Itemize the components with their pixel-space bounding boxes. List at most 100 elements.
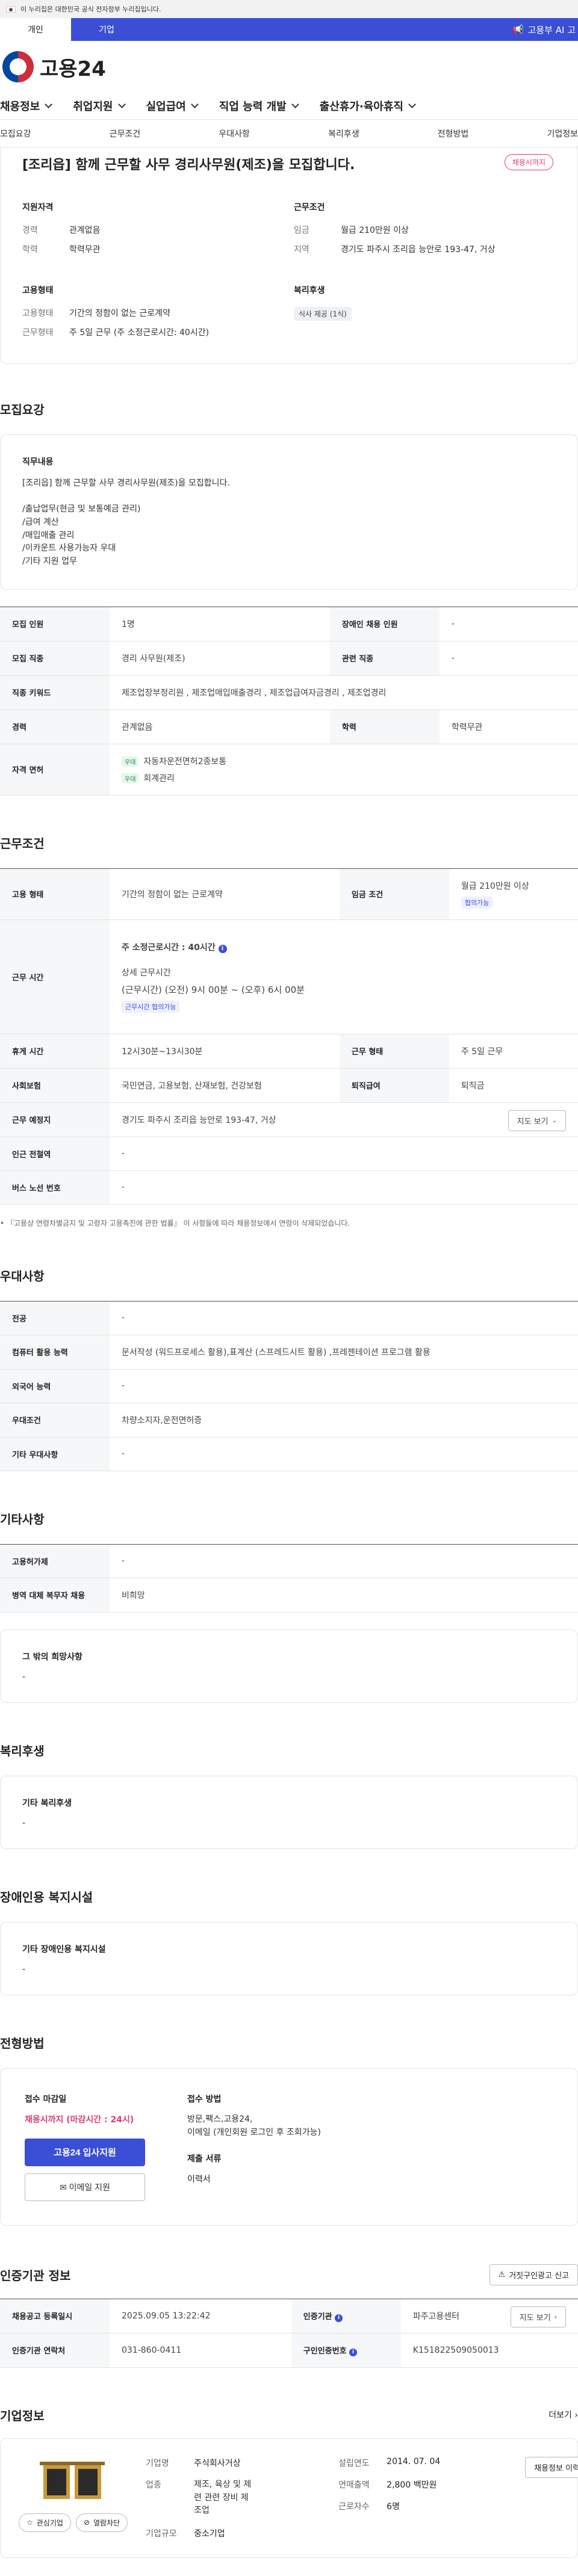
section-work-title: 근무조건 <box>0 836 45 851</box>
method-title: 접수 방법 <box>187 2094 222 2104</box>
table-row: 기타 우대사항 - <box>0 1437 578 1471</box>
nav-employment-support[interactable]: 취업지원 <box>73 98 126 114</box>
table-row: 휴게 시간 12시30분~13시30분 근무 형태 주 5일 근무 <box>0 1034 578 1069</box>
company-name-value: 주식회사거상 <box>194 2458 241 2468</box>
report-label: 거짓구인광고 신고 <box>509 2271 569 2281</box>
wage-cell: 월급 210만원 이상 협의가능 <box>449 868 578 920</box>
detail-title: 상세 근무시간 <box>122 968 171 978</box>
emp-type-label: 고용형태 <box>22 309 54 318</box>
info-icon[interactable]: i <box>218 944 227 953</box>
chevron-right-icon: › <box>574 2411 578 2421</box>
apply-box: 접수 마감일 채용시까지 (마감시간 : 24시) 고용24 입사지원 ✉ 이메… <box>0 2068 578 2226</box>
site-logo-text[interactable]: 고용24 <box>40 52 106 82</box>
email-apply-button[interactable]: ✉ 이메일 지원 <box>25 2173 145 2201</box>
prefer-table: 전공 - 컴퓨터 활용 능력 문서작성 (워드프로세스 활용),표계산 (스프레드시… <box>0 1300 578 1471</box>
phone-value: 031-860-0411 <box>110 2333 291 2368</box>
nav-label: 취업지원 <box>73 100 113 113</box>
info-icon[interactable]: i <box>349 2348 358 2356</box>
emp-label: 고용 형태 <box>0 868 110 920</box>
disabled-hire-label: 장애인 채용 인원 <box>329 607 440 641</box>
break-value: 12시30분~13시30분 <box>110 1034 340 1069</box>
disabled-hire-value: - <box>439 607 578 641</box>
condition-block: 근무조건 임금 월급 210만원 이상 지역 경기도 파주시 조리읍 능안로 193… <box>294 201 565 262</box>
company-more-link[interactable]: 더보기 › <box>548 2409 578 2421</box>
founded-label: 설립연도 <box>338 2458 370 2468</box>
region-label: 지역 <box>294 245 309 255</box>
education-value: 학력무관 <box>69 245 101 255</box>
place-cell: 경기도 파주시 조리읍 능안로 193-47, 거상 지도 보기 ⌄ <box>110 1102 578 1137</box>
logo-icon[interactable] <box>2 51 34 82</box>
disabled-box: 기타 장애인용 복지시설 - <box>0 1921 578 1995</box>
anchor-recruit[interactable]: 모집요강 <box>0 128 31 140</box>
duty-title: 직무내용 <box>22 457 54 467</box>
info-icon[interactable]: i <box>335 2314 343 2322</box>
retire-value: 퇴직금 <box>449 1068 578 1103</box>
cert-label-text: 구인인증번호 <box>303 2346 347 2356</box>
nav-jobs[interactable]: 채용정보 <box>0 98 53 114</box>
map-button[interactable]: 지도 보기 ⌄ <box>508 1110 566 1131</box>
table-row: 인증기관 연락처 031-860-0411 구인인증번호 i K15182250… <box>0 2333 578 2368</box>
size-label: 기업규모 <box>146 2528 177 2539</box>
retire-label: 퇴직급여 <box>339 1068 449 1103</box>
sales-emp-values: 2,800 백만원 6명 <box>387 2479 507 2518</box>
emp-type-value: 기간의 정함이 없는 근로계약 <box>69 309 170 318</box>
subway-value: - <box>110 1137 578 1171</box>
hope-value: - <box>22 1672 26 1682</box>
block-company-button[interactable]: ⊘ 열람차단 <box>75 2513 128 2532</box>
work-table: 고용 형태 기간의 정함이 없는 근로계약 임금 조건 월급 210만원 이상 협… <box>0 868 578 1205</box>
computer-value: 문서작성 (워드프로세스 활용),표계산 (스프레드시트 활용) ,프레젠테이션… <box>110 1335 578 1370</box>
section-agency-title: 인증기관 정보 <box>0 2268 71 2283</box>
job-value: 경리 사무원(제조) <box>110 641 330 676</box>
gov-banner-text: 이 누리집은 대한민국 공식 전자정부 누리집입니다. <box>20 5 161 13</box>
nav-label: 실업급여 <box>146 100 186 113</box>
table-row: 컴퓨터 활용 능력 문서작성 (워드프로세스 활용),표계산 (스프레드시트 활용… <box>0 1335 578 1370</box>
anchor-company[interactable]: 기업정보 <box>547 128 578 140</box>
industry-value: 제조, 육상 및 제 련 관련 장비 제 조업 <box>194 2479 252 2516</box>
map-button-label: 지도 보기 <box>517 1117 548 1126</box>
nav-training[interactable]: 직업 능력 개발 <box>219 98 299 114</box>
shift-label: 근무 형태 <box>339 1034 449 1069</box>
prefer-etc-label: 기타 우대사항 <box>0 1437 110 1471</box>
anchor-selection[interactable]: 전형방법 <box>438 128 469 140</box>
wage-value: 월급 210만원 이상 <box>461 881 529 891</box>
table-row: 경력 관계없음 학력 학력무관 <box>0 709 578 744</box>
report-button[interactable]: ⚠ 거짓구인광고 신고 <box>489 2264 578 2285</box>
time-label: 근무 시간 <box>0 919 110 1034</box>
tab-personal[interactable]: 개인 <box>0 18 71 41</box>
table-row: 모집 인원 1명 장애인 채용 인원 - <box>0 607 578 641</box>
edu-label: 학력 <box>329 709 440 744</box>
anchor-welfare[interactable]: 복리후생 <box>328 128 359 140</box>
table-row: 고용 형태 기간의 정함이 없는 근로계약 임금 조건 월급 210만원 이상 협… <box>0 868 578 920</box>
apply-right: 접수 방법 방문,팩스,고용24, 이메일 (개인회원 로그인 후 조회가능) … <box>187 2093 321 2201</box>
anchor-preference[interactable]: 우대사항 <box>219 128 250 140</box>
docs-title: 제출 서류 <box>187 2154 222 2164</box>
company-logo-graphic <box>39 2461 105 2499</box>
table-row: 버스 노선 번호 - <box>0 1170 578 1205</box>
job-summary-card: [조리읍] 함께 근무할 사무 경리사무원(제조)을 모집합니다. 채용시까지 … <box>0 146 578 364</box>
related-label: 관련 직종 <box>329 641 440 676</box>
apply-button[interactable]: 고용24 입사지원 <box>25 2138 145 2166</box>
block-icon: ⊘ <box>83 2518 90 2527</box>
favorite-company-button[interactable]: ☆ 관심기업 <box>19 2513 71 2532</box>
anchor-conditions[interactable]: 근무조건 <box>110 128 141 140</box>
wage-label: 임금 조건 <box>339 868 449 920</box>
job-title: [조리읍] 함께 근무할 사무 경리사무원(제조)을 모집합니다. <box>22 158 355 173</box>
agency-map-button[interactable]: 지도 보기 › <box>510 2306 566 2327</box>
employment-block: 고용형태 고용형태 기간의 정함이 없는 근로계약 근무형태 주 5일 근무 (주 … <box>22 284 294 345</box>
license-2: 회계관리 <box>143 773 175 783</box>
nav-leave[interactable]: 출산휴가·육아휴직 <box>320 98 416 114</box>
ai-link[interactable]: 📢 고용부 AI 고 <box>513 18 578 41</box>
tab-company[interactable]: 기업 <box>71 18 142 41</box>
headcount-value: 1명 <box>110 607 330 641</box>
anchor-nav: 모집요강 근무조건 우대사항 복리후생 전형방법 기업정보 <box>0 119 578 148</box>
hiring-history-button[interactable]: 채용정보 이력 <box>525 2456 578 2478</box>
detail-time: (근무시간) (오전) 9시 00분 ~ (오후) 6시 00분 <box>122 984 305 995</box>
work-type-label: 근무형태 <box>22 328 54 338</box>
table-row: 전공 - <box>0 1301 578 1335</box>
chevron-down-icon <box>45 100 53 108</box>
work-type-value: 주 5일 근무 (주 소정근로시간: 40시간) <box>69 328 210 338</box>
table-row: 병역 대체 복무자 채용 비희망 <box>0 1578 578 1613</box>
nav-unemployment[interactable]: 실업급여 <box>146 98 199 114</box>
keyword-label: 직종 키워드 <box>0 675 110 710</box>
method-value: 방문,팩스,고용24, 이메일 (개인회원 로그인 후 조회가능) <box>187 2114 321 2137</box>
